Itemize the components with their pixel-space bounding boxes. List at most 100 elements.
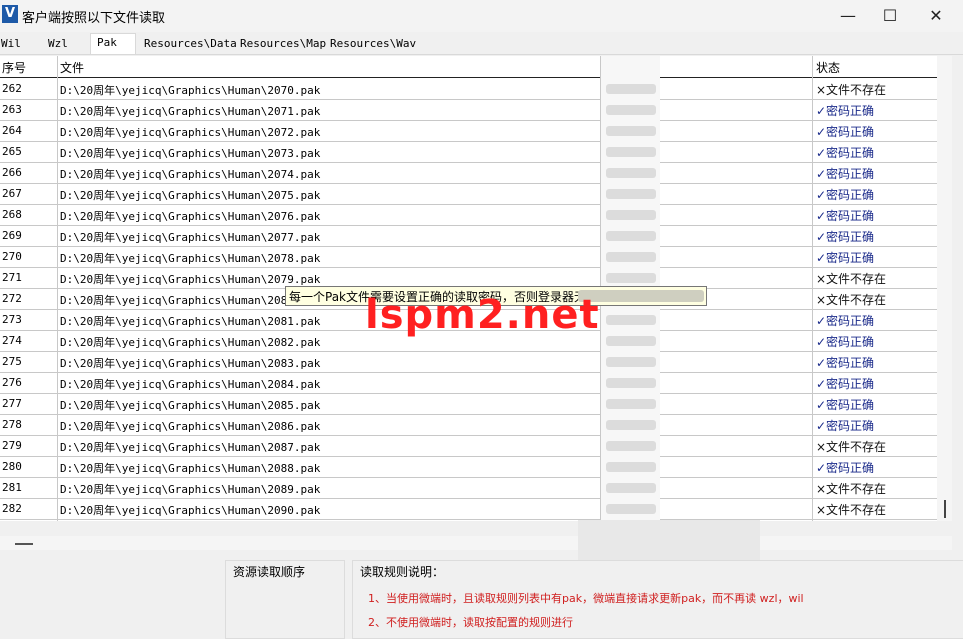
table-row[interactable]: 265 D:\20周年\yejicq\Graphics\Human\2073.pa… xyxy=(0,141,937,163)
redacted-cell xyxy=(606,441,656,451)
header-status[interactable]: 状态 xyxy=(816,59,840,76)
row-file-path: D:\20周年\yejicq\Graphics\Human\2072.pak xyxy=(60,126,321,139)
resource-order-title: 资源读取顺序 xyxy=(233,565,306,579)
tab-pak[interactable]: Pak xyxy=(90,33,136,54)
table-row[interactable]: 279 D:\20周年\yejicq\Graphics\Human\2087.pa… xyxy=(0,435,937,457)
row-status: ✓密码正确 xyxy=(816,146,875,160)
app-logo-icon: V xyxy=(2,5,18,23)
redacted-cell xyxy=(606,273,656,283)
row-index: 266 xyxy=(2,166,22,179)
row-file-path: D:\20周年\yejicq\Graphics\Human\2082.pak xyxy=(60,336,321,349)
redacted-cell xyxy=(606,231,656,241)
horizontal-scrollbar[interactable] xyxy=(0,536,952,550)
table-row[interactable]: 277 D:\20周年\yejicq\Graphics\Human\2085.pa… xyxy=(0,393,937,415)
row-status: ✓密码正确 xyxy=(816,251,875,265)
redacted-cell xyxy=(606,147,656,157)
redacted-cell xyxy=(606,357,656,367)
table-row[interactable]: 269 D:\20周年\yejicq\Graphics\Human\2077.pa… xyxy=(0,225,937,247)
tab-resources-data[interactable]: Resources\Data xyxy=(144,35,237,53)
row-file-path: D:\20周年\yejicq\Graphics\Human\2077.pak xyxy=(60,231,321,244)
row-index: 275 xyxy=(2,355,22,368)
row-file-path: D:\20周年\yejicq\Graphics\Human\2084.pak xyxy=(60,378,321,391)
row-status: ✓密码正确 xyxy=(816,230,875,244)
row-index: 268 xyxy=(2,208,22,221)
redacted-cell xyxy=(606,336,656,346)
vertical-scroll-thumb[interactable] xyxy=(944,500,946,518)
row-file-path: D:\20周年\yejicq\Graphics\Human\2090.pak xyxy=(60,504,321,517)
row-index: 270 xyxy=(2,250,22,263)
row-file-path: D:\20周年\yejicq\Graphics\Human\2073.pak xyxy=(60,147,321,160)
vertical-scrollbar[interactable] xyxy=(937,56,952,521)
redacted-cell xyxy=(606,420,656,430)
table-row[interactable]: 278 D:\20周年\yejicq\Graphics\Human\2086.pa… xyxy=(0,414,937,436)
row-status: ✓密码正确 xyxy=(816,335,875,349)
redacted-cell xyxy=(606,210,656,220)
window-title: 客户端按照以下文件读取 xyxy=(22,11,166,26)
maximize-button[interactable]: ☐ xyxy=(867,0,913,32)
table-row[interactable]: 266 D:\20周年\yejicq\Graphics\Human\2074.pa… xyxy=(0,162,937,184)
tab-wzl[interactable]: Wzl xyxy=(48,35,68,53)
table-row[interactable]: 262 D:\20周年\yejicq\Graphics\Human\2070.pa… xyxy=(0,78,937,100)
row-index: 267 xyxy=(2,187,22,200)
header-file[interactable]: 文件 xyxy=(60,59,84,76)
redacted-cell xyxy=(606,252,656,262)
row-status: ×文件不存在 xyxy=(816,440,887,454)
row-file-path: D:\20周年\yejicq\Graphics\Human\2071.pak xyxy=(60,105,321,118)
redacted-cell xyxy=(606,378,656,388)
horizontal-scroll-thumb[interactable] xyxy=(15,543,33,545)
row-index: 280 xyxy=(2,460,22,473)
row-index: 274 xyxy=(2,334,22,347)
table-row[interactable]: 263 D:\20周年\yejicq\Graphics\Human\2071.pa… xyxy=(0,99,937,121)
row-file-path: D:\20周年\yejicq\Graphics\Human\2075.pak xyxy=(60,189,321,202)
redacted-cell xyxy=(606,126,656,136)
column-divider xyxy=(57,56,58,521)
row-index: 277 xyxy=(2,397,22,410)
row-file-path: D:\20周年\yejicq\Graphics\Human\2078.pak xyxy=(60,252,321,265)
row-file-path: D:\20周年\yejicq\Graphics\Human\2076.pak xyxy=(60,210,321,223)
redacted-cell xyxy=(606,462,656,472)
row-index: 271 xyxy=(2,271,22,284)
table-row[interactable]: 275 D:\20周年\yejicq\Graphics\Human\2083.pa… xyxy=(0,351,937,373)
tab-wil[interactable]: Wil xyxy=(1,35,21,53)
redacted-cell xyxy=(606,483,656,493)
table-row[interactable]: 267 D:\20周年\yejicq\Graphics\Human\2075.pa… xyxy=(0,183,937,205)
row-status: ✓密码正确 xyxy=(816,167,875,181)
row-status: ✓密码正确 xyxy=(816,314,875,328)
table-row[interactable]: 276 D:\20周年\yejicq\Graphics\Human\2084.pa… xyxy=(0,372,937,394)
row-file-path: D:\20周年\yejicq\Graphics\Human\2070.pak xyxy=(60,84,321,97)
row-status: ✓密码正确 xyxy=(816,461,875,475)
tab-resources-wav[interactable]: Resources\Wav xyxy=(330,35,416,53)
row-index: 272 xyxy=(2,292,22,305)
row-status: ✓密码正确 xyxy=(816,398,875,412)
row-index: 282 xyxy=(2,502,22,515)
row-index: 279 xyxy=(2,439,22,452)
row-file-path: D:\20周年\yejicq\Graphics\Human\2074.pak xyxy=(60,168,321,181)
table-row[interactable]: 264 D:\20周年\yejicq\Graphics\Human\2072.pa… xyxy=(0,120,937,142)
row-file-path: D:\20周年\yejicq\Graphics\Human\2086.pak xyxy=(60,420,321,433)
minimize-button[interactable]: — xyxy=(825,0,871,32)
table-row[interactable]: 280 D:\20周年\yejicq\Graphics\Human\2088.pa… xyxy=(0,456,937,478)
close-button[interactable]: ✕ xyxy=(913,0,959,32)
row-status: ✓密码正确 xyxy=(816,209,875,223)
row-file-path: D:\20周年\yejicq\Graphics\Human\2087.pak xyxy=(60,441,321,454)
header-index[interactable]: 序号 xyxy=(2,59,26,76)
row-status: ✓密码正确 xyxy=(816,104,875,118)
table-row[interactable]: 268 D:\20周年\yejicq\Graphics\Human\2076.pa… xyxy=(0,204,937,226)
row-file-path: D:\20周年\yejicq\Graphics\Human\2079.pak xyxy=(60,273,321,286)
row-status: ✓密码正确 xyxy=(816,377,875,391)
table-row[interactable]: 282 D:\20周年\yejicq\Graphics\Human\2090.pa… xyxy=(0,498,937,520)
redacted-cell xyxy=(606,399,656,409)
row-status: ✓密码正确 xyxy=(816,419,875,433)
tab-resources-map[interactable]: Resources\Map xyxy=(240,35,326,53)
row-index: 278 xyxy=(2,418,22,431)
row-index: 263 xyxy=(2,103,22,116)
row-index: 273 xyxy=(2,313,22,326)
row-status: ×文件不存在 xyxy=(816,503,887,517)
row-status: ✓密码正确 xyxy=(816,125,875,139)
row-index: 276 xyxy=(2,376,22,389)
table-row[interactable]: 281 D:\20周年\yejicq\Graphics\Human\2089.pa… xyxy=(0,477,937,499)
row-status: ✓密码正确 xyxy=(816,356,875,370)
table-row[interactable]: 270 D:\20周年\yejicq\Graphics\Human\2078.pa… xyxy=(0,246,937,268)
watermark: lspm2.net xyxy=(365,292,600,338)
row-file-path: D:\20周年\yejicq\Graphics\Human\2088.pak xyxy=(60,462,321,475)
